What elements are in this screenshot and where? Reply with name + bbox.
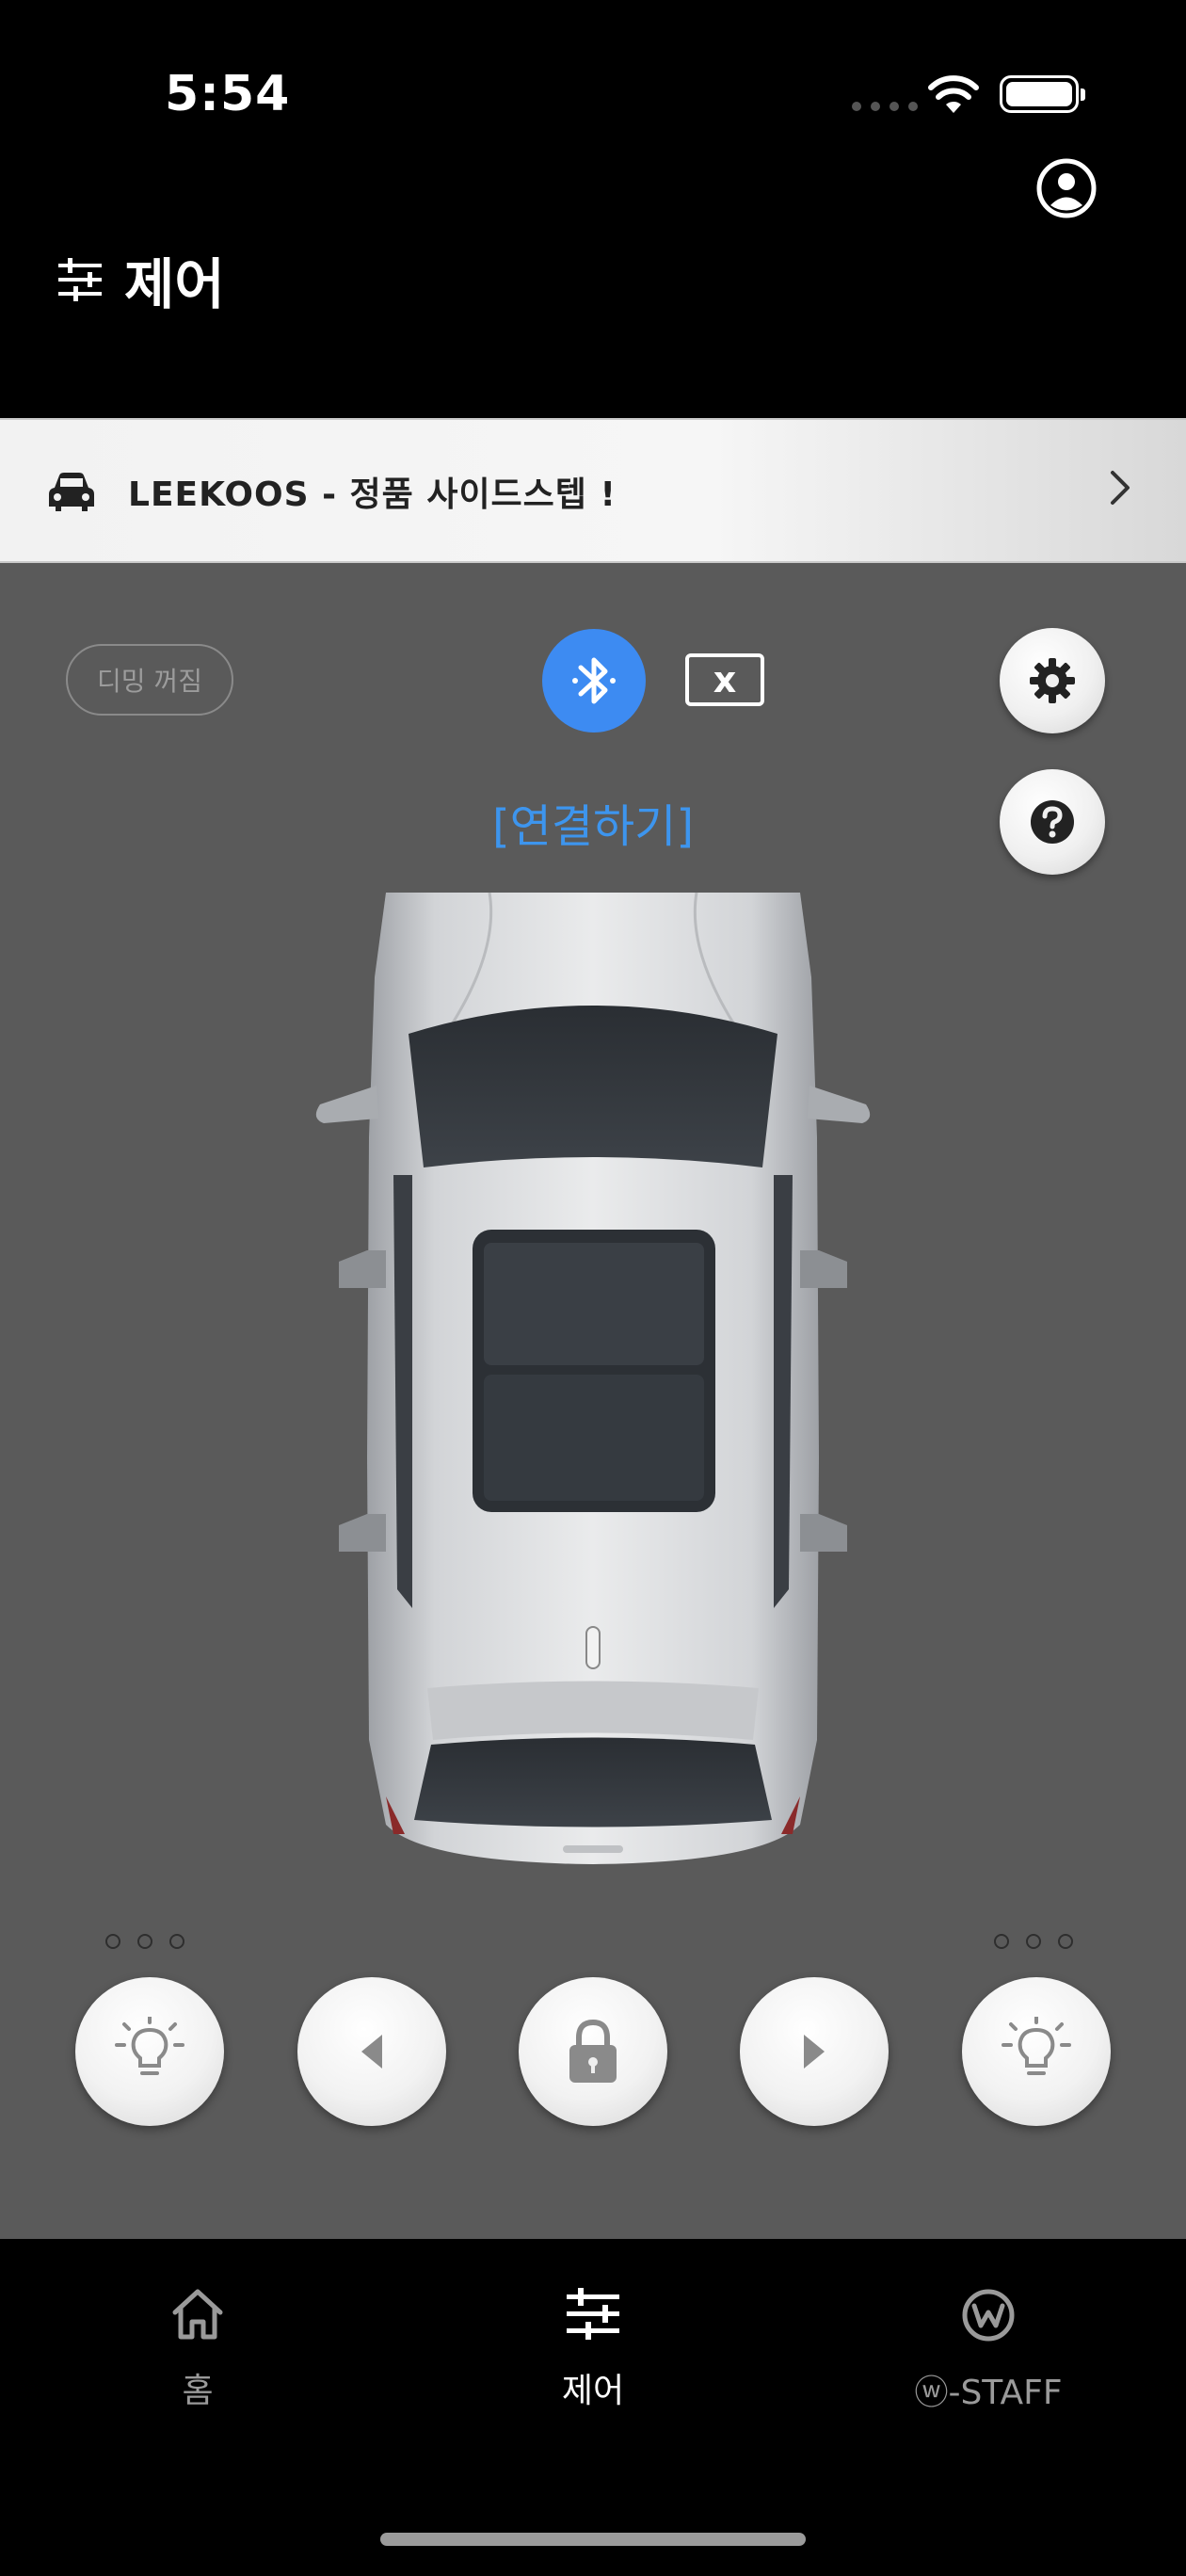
- right-light-button[interactable]: [962, 1977, 1111, 2126]
- lock-icon: [569, 2019, 617, 2083]
- page-title: 제어: [56, 240, 225, 319]
- lock-button[interactable]: [519, 1977, 667, 2126]
- triangle-right-icon: [804, 2035, 825, 2069]
- lightbulb-icon: [115, 2017, 184, 2075]
- sliders-icon: [567, 2288, 619, 2340]
- bluetooth-icon: [572, 657, 616, 704]
- page-indicator-left: [105, 1934, 184, 1949]
- settings-button[interactable]: [1000, 628, 1105, 733]
- chevron-right-icon: [1111, 471, 1130, 505]
- tab-control[interactable]: 제어: [471, 2288, 715, 2412]
- left-arrow-button[interactable]: [297, 1977, 446, 2126]
- user-circle-icon[interactable]: [1035, 157, 1098, 219]
- page-title-text: 제어: [124, 252, 225, 316]
- disconnected-badge: x: [685, 653, 764, 706]
- bluetooth-button[interactable]: [542, 629, 646, 733]
- tab-control-label: 제어: [561, 2372, 625, 2410]
- wifi-icon: [928, 75, 979, 113]
- triangle-left-icon: [361, 2035, 382, 2069]
- right-arrow-button[interactable]: [740, 1977, 889, 2126]
- car-icon: [49, 473, 94, 511]
- tab-staff[interactable]: ⓦ-STAFF: [866, 2288, 1111, 2414]
- car-top-view-image: [315, 893, 871, 1864]
- lightbulb-icon: [1002, 2017, 1071, 2075]
- home-icon: [172, 2289, 223, 2340]
- left-light-button[interactable]: [75, 1977, 224, 2126]
- gear-icon: [1030, 658, 1075, 703]
- banner-text: LEEKOOS - 정품 사이드스텝 !: [128, 475, 617, 514]
- home-indicator[interactable]: [380, 2533, 806, 2546]
- connect-link[interactable]: [연결하기]: [0, 789, 1186, 855]
- status-time: 5:54: [165, 66, 291, 122]
- tab-home-label: 홈: [182, 2372, 214, 2410]
- tab-staff-label: ⓦ-STAFF: [914, 2374, 1063, 2412]
- battery-icon: [1000, 75, 1085, 113]
- tab-home[interactable]: 홈: [75, 2288, 320, 2412]
- w-logo-icon: [962, 2289, 1015, 2342]
- signal-dots-icon: [852, 102, 918, 111]
- dimming-toggle[interactable]: 디밍 꺼짐: [66, 644, 233, 716]
- promo-banner[interactable]: LEEKOOS - 정품 사이드스텝 !: [0, 418, 1186, 563]
- sliders-icon: [58, 258, 102, 301]
- page-indicator-right: [994, 1934, 1073, 1949]
